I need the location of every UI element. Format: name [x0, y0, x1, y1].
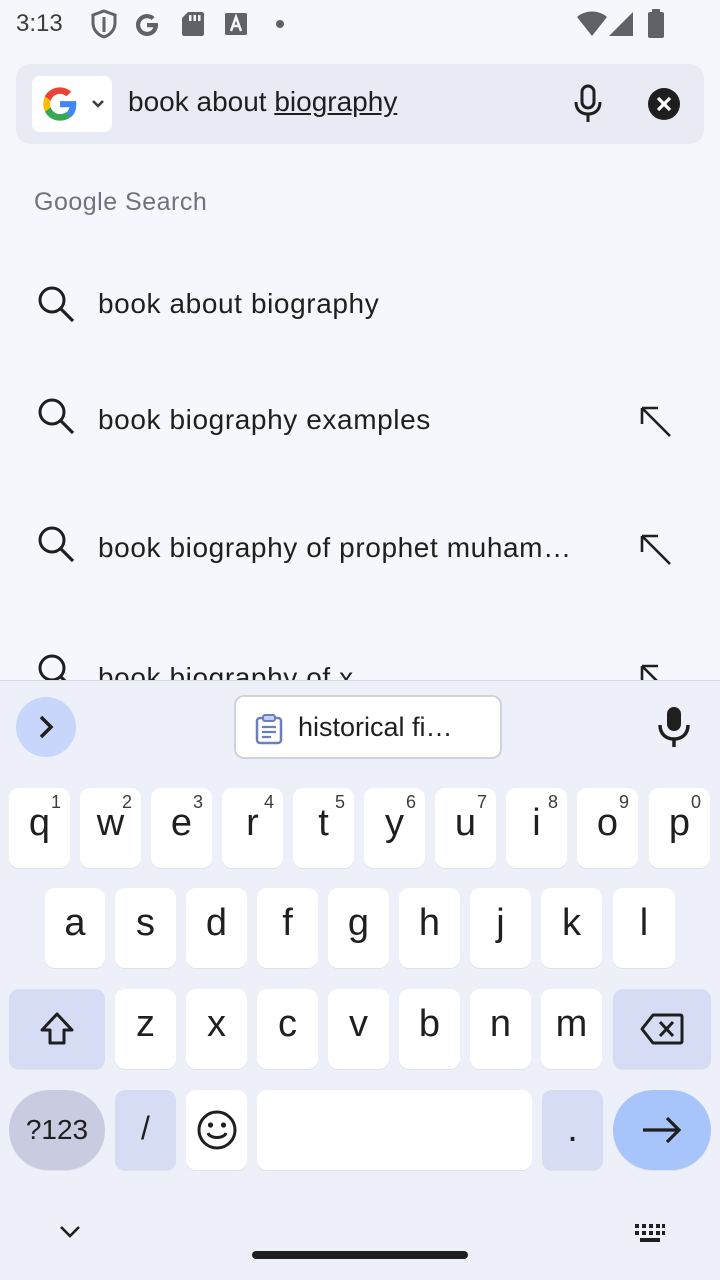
search-engine-selector[interactable]	[32, 76, 112, 132]
text-a-icon	[225, 13, 247, 35]
battery-icon	[648, 9, 664, 38]
status-time: 3:13	[16, 10, 63, 37]
key-p[interactable]: p0	[649, 788, 710, 868]
search-icon	[38, 526, 75, 563]
clipboard-suggestion-text: historical fi…	[298, 712, 453, 742]
query-text: book about	[128, 86, 275, 117]
keyboard-expand-button[interactable]	[16, 697, 76, 757]
suggestion-item[interactable]: book about biography	[0, 248, 720, 358]
keyboard: historical fi… q1 w2 e3 r4 t5 y6 u7 i8 o…	[0, 680, 720, 1280]
navigation-bar	[0, 1200, 720, 1280]
key-s[interactable]: s	[115, 888, 176, 968]
fill-query-arrow-icon[interactable]	[636, 402, 676, 442]
period-key[interactable]: .	[542, 1090, 603, 1170]
search-icon	[38, 286, 75, 323]
search-query-input[interactable]: book about biography	[128, 86, 397, 118]
key-o[interactable]: o9	[577, 788, 638, 868]
emoji-icon	[197, 1110, 236, 1150]
fill-query-arrow-icon[interactable]	[636, 660, 676, 680]
key-m[interactable]: m	[541, 989, 602, 1069]
suggestion-text: book biography of prophet muhammad	[98, 532, 584, 563]
key-x[interactable]: x	[186, 989, 247, 1069]
suggestions-section-label: Google Search	[34, 188, 208, 216]
arrow-right-icon	[643, 1116, 682, 1144]
clear-icon[interactable]	[646, 86, 682, 122]
key-g[interactable]: g	[328, 888, 389, 968]
symbols-key[interactable]: ?123	[9, 1090, 105, 1170]
suggestions-list: book about biography book biography exam…	[0, 240, 720, 680]
suggestion-item[interactable]: book biography of prophet muhammad	[0, 496, 720, 606]
slash-key[interactable]: /	[115, 1090, 176, 1170]
sd-card-icon	[182, 12, 204, 36]
search-bar[interactable]: book about biography	[16, 64, 704, 144]
backspace-key[interactable]	[613, 989, 711, 1069]
suggestion-item[interactable]: book biography of x	[0, 624, 720, 680]
key-i[interactable]: i8	[506, 788, 567, 868]
key-u[interactable]: u7	[435, 788, 496, 868]
mic-icon[interactable]	[566, 82, 610, 126]
key-n[interactable]: n	[470, 989, 531, 1069]
suggestion-text: book about biography	[98, 288, 380, 319]
suggestion-text: book biography of x	[98, 662, 354, 680]
shift-key[interactable]	[9, 989, 105, 1069]
key-v[interactable]: v	[328, 989, 389, 1069]
dot-icon	[276, 20, 284, 28]
chevron-down-icon	[92, 100, 104, 108]
home-handle[interactable]	[252, 1251, 468, 1259]
key-c[interactable]: c	[257, 989, 318, 1069]
key-y[interactable]: y6	[364, 788, 425, 868]
key-w[interactable]: w2	[80, 788, 141, 868]
key-k[interactable]: k	[541, 888, 602, 968]
chevron-right-icon	[39, 715, 54, 739]
google-logo-icon	[43, 87, 77, 121]
clipboard-icon	[255, 714, 283, 745]
backspace-icon	[640, 1013, 684, 1045]
google-g-icon	[136, 14, 158, 36]
keyboard-suggestion-strip: historical fi…	[0, 681, 720, 773]
shield-icon	[91, 9, 117, 39]
search-icon	[38, 398, 75, 435]
key-a[interactable]: a	[45, 888, 105, 968]
keyboard-mic-icon[interactable]	[654, 705, 694, 749]
wifi-icon	[577, 11, 607, 36]
space-key[interactable]	[257, 1090, 532, 1170]
key-l[interactable]: l	[613, 888, 675, 968]
key-e[interactable]: e3	[151, 788, 212, 868]
key-z[interactable]: z	[115, 989, 176, 1069]
suggestion-text: book biography examples	[98, 404, 431, 435]
clipboard-suggestion-chip[interactable]: historical fi…	[234, 695, 502, 759]
search-icon	[38, 654, 67, 680]
key-d[interactable]: d	[186, 888, 247, 968]
key-f[interactable]: f	[257, 888, 318, 968]
emoji-key[interactable]	[186, 1090, 247, 1170]
key-j[interactable]: j	[470, 888, 531, 968]
key-h[interactable]: h	[399, 888, 460, 968]
suggestion-item[interactable]: book biography examples	[0, 368, 720, 478]
key-q[interactable]: q1	[9, 788, 70, 868]
key-r[interactable]: r4	[222, 788, 283, 868]
cell-signal-icon	[609, 12, 633, 36]
fill-query-arrow-icon[interactable]	[636, 530, 676, 570]
enter-key[interactable]	[613, 1090, 711, 1170]
hide-keyboard-icon[interactable]	[58, 1224, 82, 1240]
key-b[interactable]: b	[399, 989, 460, 1069]
status-bar: 3:13	[0, 0, 720, 50]
shift-icon	[40, 1012, 74, 1045]
query-composing-text: biography	[274, 86, 398, 117]
keyboard-switch-icon[interactable]	[634, 1222, 666, 1244]
key-t[interactable]: t5	[293, 788, 354, 868]
